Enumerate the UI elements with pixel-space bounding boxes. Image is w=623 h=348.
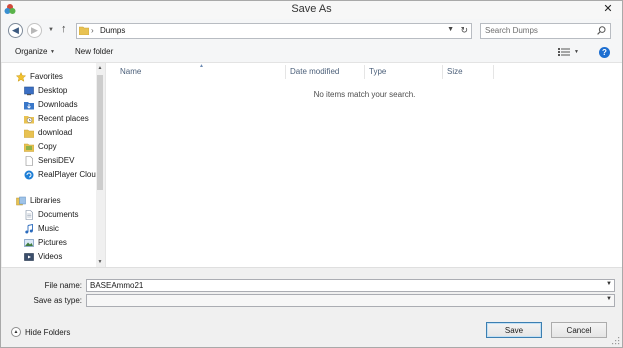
resize-grip-icon[interactable] bbox=[612, 337, 620, 345]
column-header-size[interactable]: Size bbox=[447, 67, 463, 76]
forward-button[interactable]: ▶ bbox=[27, 23, 42, 38]
tree-item-recent-places[interactable]: Recent places bbox=[24, 112, 89, 125]
tree-item-music[interactable]: Music bbox=[24, 222, 59, 235]
view-options-icon[interactable] bbox=[558, 47, 570, 57]
sort-ascending-icon: ▲ bbox=[199, 63, 204, 69]
pictures-icon bbox=[24, 238, 34, 247]
column-header-date-modified[interactable]: Date modified bbox=[290, 67, 339, 76]
tree-label: Libraries bbox=[30, 196, 61, 205]
view-dropdown-icon[interactable]: ▼ bbox=[574, 49, 579, 55]
filename-dropdown-icon[interactable]: ▼ bbox=[606, 281, 612, 287]
file-list-pane: ▲ Name Date modified Type Size No items … bbox=[105, 63, 622, 267]
scroll-up-arrow-icon[interactable]: ▲ bbox=[96, 65, 104, 71]
column-header-type[interactable]: Type bbox=[369, 67, 386, 76]
tree-label: Copy bbox=[38, 142, 57, 151]
back-button[interactable]: ◀ bbox=[8, 23, 23, 38]
music-icon bbox=[25, 223, 33, 233]
empty-results-message: No items match your search. bbox=[313, 90, 416, 99]
folder-icon bbox=[79, 26, 89, 35]
cancel-button[interactable]: Cancel bbox=[551, 322, 607, 338]
column-divider[interactable] bbox=[364, 65, 365, 79]
tree-item-pictures[interactable]: Pictures bbox=[24, 236, 67, 249]
file-icon bbox=[25, 155, 33, 166]
tree-libraries[interactable]: Libraries bbox=[16, 194, 61, 207]
column-divider[interactable] bbox=[493, 65, 494, 79]
tree-label: Videos bbox=[38, 252, 63, 261]
tree-label: Recent places bbox=[38, 114, 89, 123]
tree-label: SensiDEV bbox=[38, 156, 75, 165]
recent-places-icon bbox=[24, 115, 34, 123]
save-options-panel: File name: BASEAmmo21 ▼ Save as type: ▼ … bbox=[1, 267, 622, 347]
hide-folders-label[interactable]: Hide Folders bbox=[25, 328, 70, 337]
save-as-type-label: Save as type: bbox=[33, 296, 82, 305]
organize-dropdown-icon[interactable]: ▼ bbox=[50, 49, 55, 55]
tree-item-realplayer-cloud[interactable]: RealPlayer Cloud bbox=[24, 168, 100, 181]
collapse-up-icon[interactable]: ▲ bbox=[11, 327, 21, 337]
navigation-bar: ◀ ▶ ▼ ↑ › Dumps ▼ ↻ Search Dumps bbox=[1, 19, 622, 43]
organize-button[interactable]: Organize bbox=[15, 47, 47, 56]
search-icon[interactable] bbox=[597, 26, 606, 35]
libraries-icon bbox=[16, 196, 26, 205]
desktop-icon bbox=[24, 86, 34, 95]
tree-item-videos[interactable]: Videos bbox=[24, 250, 62, 263]
breadcrumb-separator[interactable]: › bbox=[91, 26, 94, 35]
downloads-icon bbox=[24, 101, 34, 109]
folder-icon bbox=[24, 143, 34, 152]
breadcrumb-current-folder[interactable]: Dumps bbox=[100, 26, 125, 35]
window-title: Save As bbox=[291, 3, 332, 15]
scrollbar-thumb[interactable] bbox=[97, 75, 103, 190]
folder-icon bbox=[24, 129, 34, 138]
save-button[interactable]: Save bbox=[486, 322, 542, 338]
address-dropdown-icon[interactable]: ▼ bbox=[447, 26, 454, 33]
save-as-dialog: Save As ✕ ◀ ▶ ▼ ↑ › Dumps ▼ ↻ Search Dum… bbox=[0, 0, 623, 348]
refresh-icon[interactable]: ↻ bbox=[460, 25, 468, 36]
close-button[interactable]: ✕ bbox=[598, 1, 618, 15]
navigation-pane-scrollbar[interactable]: ▲ ▼ bbox=[96, 63, 104, 267]
save-as-type-select[interactable]: ▼ bbox=[86, 294, 615, 307]
tree-label: Documents bbox=[38, 210, 79, 219]
up-button[interactable]: ↑ bbox=[61, 23, 67, 35]
column-divider[interactable] bbox=[442, 65, 443, 79]
search-input[interactable]: Search Dumps bbox=[480, 23, 611, 39]
column-header-name[interactable]: Name bbox=[120, 67, 141, 76]
scroll-down-arrow-icon[interactable]: ▼ bbox=[96, 259, 104, 265]
search-placeholder[interactable]: Search Dumps bbox=[485, 26, 538, 35]
filename-label: File name: bbox=[44, 281, 82, 290]
save-as-type-dropdown-icon[interactable]: ▼ bbox=[606, 296, 612, 302]
videos-icon bbox=[24, 252, 34, 261]
tree-label: Downloads bbox=[38, 100, 78, 109]
tree-label: Music bbox=[38, 224, 59, 233]
column-divider[interactable] bbox=[285, 65, 286, 79]
address-bar[interactable]: › Dumps ▼ ↻ bbox=[76, 23, 472, 39]
tree-label: RealPlayer Cloud bbox=[38, 170, 101, 179]
tree-favorites[interactable]: Favorites bbox=[16, 70, 63, 83]
tree-item-desktop[interactable]: Desktop bbox=[24, 84, 67, 97]
tree-item-documents[interactable]: Documents bbox=[24, 208, 78, 221]
tree-item-sensidev[interactable]: SensiDEV bbox=[24, 154, 74, 167]
realplayer-icon bbox=[24, 170, 34, 179]
navigation-pane: Favorites Desktop Downloads Recent place… bbox=[2, 63, 104, 267]
tree-label: Desktop bbox=[38, 86, 68, 95]
new-folder-button[interactable]: New folder bbox=[75, 47, 113, 56]
title-bar: Save As ✕ bbox=[1, 1, 622, 19]
tree-label: Favorites bbox=[30, 72, 63, 81]
tree-item-download[interactable]: download bbox=[24, 126, 72, 139]
tree-label: Pictures bbox=[38, 238, 67, 247]
documents-icon bbox=[25, 209, 33, 220]
tree-item-downloads[interactable]: Downloads bbox=[24, 98, 78, 111]
tree-item-copy[interactable]: Copy bbox=[24, 140, 57, 153]
tree-label: download bbox=[38, 128, 73, 137]
recent-locations-dropdown-icon[interactable]: ▼ bbox=[48, 27, 54, 33]
star-icon bbox=[16, 71, 26, 82]
filename-field[interactable]: BASEAmmo21 ▼ bbox=[86, 279, 615, 292]
hide-folders-toggle[interactable]: ▲ Hide Folders bbox=[11, 327, 70, 337]
command-toolbar: Organize ▼ New folder ▼ ? bbox=[1, 43, 622, 63]
filename-value[interactable]: BASEAmmo21 bbox=[90, 281, 143, 290]
help-button[interactable]: ? bbox=[599, 47, 610, 58]
